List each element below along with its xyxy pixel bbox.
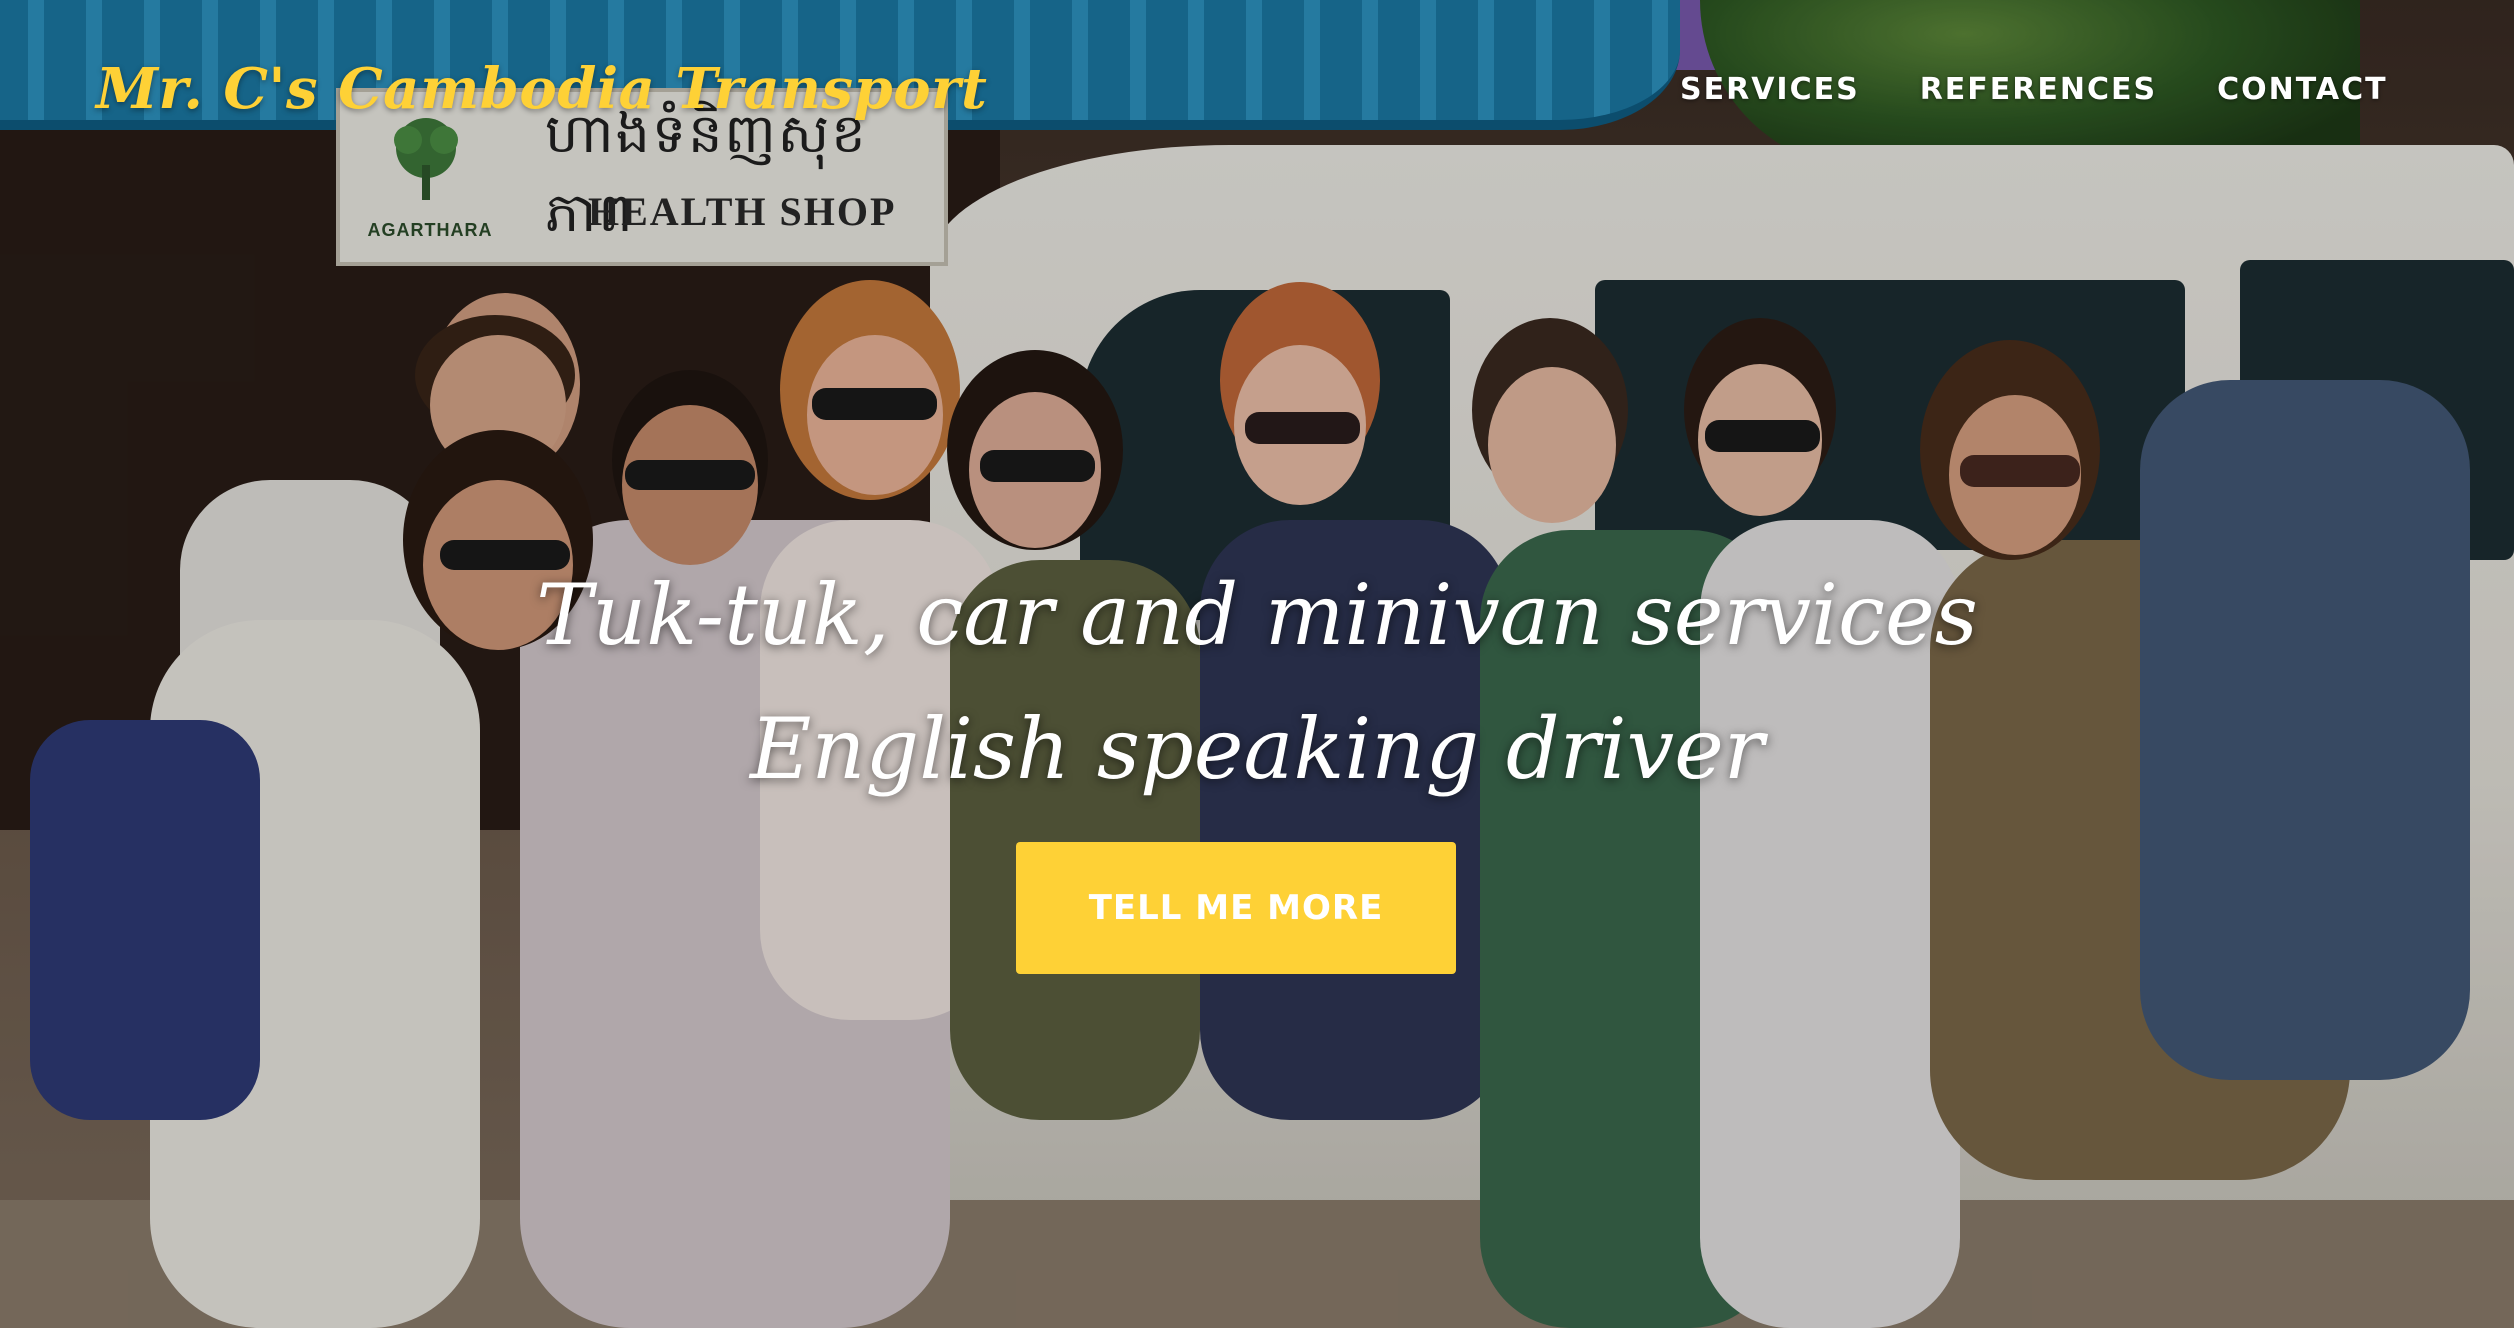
- tell-me-more-button[interactable]: TELL ME MORE: [1016, 842, 1456, 974]
- main-nav: SERVICES REFERENCES CONTACT: [1680, 72, 2388, 107]
- hero-section: AGARTHARA ហាងទំនិញសុខភាព HEALTH SHOP: [0, 0, 2514, 1328]
- site-brand-link[interactable]: Mr. C's Cambodia Transport: [96, 56, 987, 122]
- nav-item-contact[interactable]: CONTACT: [2217, 72, 2387, 107]
- nav-item-services[interactable]: SERVICES: [1680, 72, 1860, 107]
- nav-item-references[interactable]: REFERENCES: [1920, 72, 2157, 107]
- photo-overlay: [0, 0, 2514, 1328]
- hero-heading-line2: English speaking driver: [750, 700, 1764, 798]
- hero-heading-line1: Tuk-tuk, car and minivan services: [536, 566, 1978, 664]
